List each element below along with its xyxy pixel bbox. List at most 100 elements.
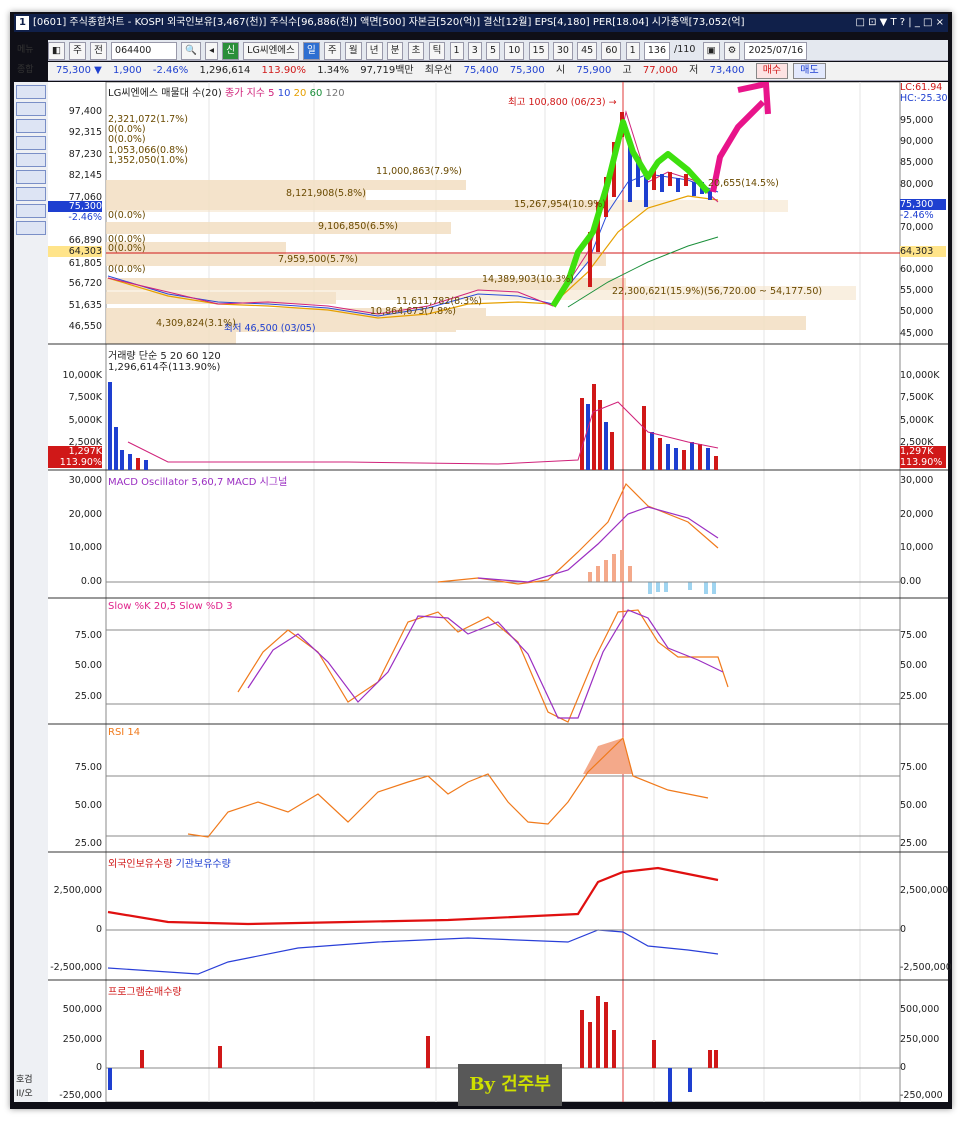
- folder-icon[interactable]: [16, 153, 46, 167]
- plot-frame: [105, 82, 901, 1102]
- stoch-left-tick: 50.00: [74, 660, 102, 671]
- program-bars: [108, 996, 718, 1102]
- low-note: 최저 46,500 (03/05): [224, 323, 316, 334]
- multiplier-select[interactable]: 1: [625, 42, 640, 60]
- layout-icon[interactable]: ◧: [48, 42, 65, 60]
- stock-name[interactable]: LG씨엔에스: [243, 42, 299, 60]
- market-select[interactable]: 주: [69, 42, 86, 60]
- interval-10[interactable]: 10: [504, 42, 525, 60]
- volume-right-current: 1,297K: [900, 446, 946, 457]
- price-left-tick: 61,805: [68, 258, 102, 269]
- interval-60[interactable]: 60: [601, 42, 622, 60]
- best-buy: 75,300: [509, 65, 545, 76]
- price-left-tick: 51,635: [68, 300, 102, 311]
- period-day[interactable]: 일: [302, 42, 320, 60]
- stoch-right-tick: 50.00: [900, 660, 928, 671]
- rsi-left-tick: 75.00: [74, 762, 102, 773]
- foreign-legend: 외국인보유수량: [108, 859, 173, 870]
- save-icon[interactable]: ▣: [702, 42, 720, 60]
- program-right-tick: 250,000: [900, 1034, 940, 1045]
- folder-icon[interactable]: [16, 170, 46, 184]
- price-left-tick: 97,400: [68, 106, 102, 117]
- macd-right-tick: 20,000: [900, 509, 934, 520]
- interval-15[interactable]: 15: [528, 42, 549, 60]
- range-select[interactable]: 전: [90, 42, 107, 60]
- left-tab-composite[interactable]: 종합: [14, 60, 48, 80]
- vp-label: 4,309,824(3.1%): [156, 318, 236, 329]
- program-right-tick: 500,000: [900, 1004, 940, 1015]
- panel-separators: [48, 343, 948, 981]
- holdings-left-tick: -2,500,000: [50, 962, 102, 973]
- holdings-legend: 외국인보유수량 기관보유수량: [108, 855, 231, 870]
- code-input[interactable]: 064400: [111, 42, 178, 60]
- macd-left-tick: 10,000: [68, 542, 102, 553]
- program-left-tick: 500,000: [62, 1004, 102, 1015]
- folder-icon[interactable]: [16, 119, 46, 133]
- program-legend: 프로그램순매수량: [108, 987, 182, 998]
- foreign-holdings-line: [107, 866, 719, 926]
- window-controls[interactable]: □ ⊡ ▼ T ? | _ □ ×: [855, 14, 944, 32]
- chart-area[interactable]: LG씨엔에스 매물대 수(20) 종가 지수 5 10 20 60 120 97…: [48, 82, 952, 1102]
- best-label: 최우선: [424, 65, 453, 76]
- period-minute[interactable]: 분: [386, 42, 404, 60]
- interval-5[interactable]: 5: [486, 42, 501, 60]
- macd-right-tick: 10,000: [900, 542, 934, 553]
- stoch-right-tick: 75.00: [900, 630, 928, 641]
- price-right-tick: 50,000: [900, 306, 934, 317]
- price-change: 1,900: [113, 65, 142, 76]
- ma120-label: 120: [325, 88, 345, 99]
- folder-icon[interactable]: [16, 136, 46, 150]
- rsi-left-tick: 25.00: [74, 838, 102, 849]
- folder-icon[interactable]: [16, 85, 46, 99]
- period-year[interactable]: 년: [365, 42, 383, 60]
- program-left-tick: -250,000: [59, 1090, 102, 1101]
- period-month[interactable]: 월: [344, 42, 362, 60]
- left-bottom-2[interactable]: II/오: [16, 1086, 33, 1099]
- price-left-tick: 56,720: [68, 278, 102, 289]
- low-label: 저: [689, 65, 699, 76]
- period-second[interactable]: 초: [407, 42, 425, 60]
- vp-label: 22,300,621(15.9%)(56,720.00 ~ 54,177.50): [612, 286, 823, 297]
- rsi-right-tick: 50.00: [900, 800, 928, 811]
- ma5-label: 5: [268, 88, 275, 99]
- interval-1[interactable]: 1: [449, 42, 464, 60]
- volume-value: 1,296,614: [199, 65, 251, 76]
- stoch-left-tick: 25.00: [74, 691, 102, 702]
- program-right-tick: 0: [900, 1062, 907, 1073]
- volume-subtitle: 1,296,614주(113.90%): [108, 362, 221, 373]
- institution-holdings-line: [107, 929, 719, 975]
- period-week[interactable]: 주: [323, 42, 341, 60]
- volume-current-pct: 113.90%: [48, 457, 102, 468]
- gear-icon[interactable]: ⚙: [723, 42, 741, 60]
- folder-icon[interactable]: [16, 102, 46, 116]
- folder-icon[interactable]: [16, 221, 46, 235]
- interval-30[interactable]: 30: [552, 42, 573, 60]
- count-input[interactable]: 136: [643, 42, 671, 60]
- buy-button[interactable]: 매수: [755, 63, 789, 79]
- volume-right-current-pct: 113.90%: [900, 457, 946, 468]
- interval-45[interactable]: 45: [577, 42, 598, 60]
- rsi-overbought-fill: [583, 738, 633, 774]
- price-right-hc: HC:-25.30: [900, 93, 948, 104]
- folder-icon[interactable]: [16, 187, 46, 201]
- open-label: 시: [555, 65, 566, 76]
- program-left-tick: 0: [95, 1062, 102, 1073]
- price-right-current: 75,300: [900, 199, 946, 210]
- date-input[interactable]: 2025/07/16: [744, 42, 808, 60]
- macd-right-tick: 0.00: [900, 576, 922, 587]
- period-tick[interactable]: 틱: [428, 42, 446, 60]
- interval-3[interactable]: 3: [467, 42, 482, 60]
- stoch-right-tick: 25.00: [900, 691, 928, 702]
- volume-bars: [108, 382, 718, 470]
- left-sidebar: 호검 II/오: [14, 82, 49, 1102]
- folder-icon[interactable]: [16, 204, 46, 218]
- holdings-right-tick: -2,500,000: [900, 962, 952, 973]
- price-legend: LG씨엔에스 매물대 수(20) 종가 지수 5 10 20 60 120: [108, 84, 345, 99]
- speaker-icon[interactable]: ◂: [205, 42, 219, 60]
- price-left-tick: 92,315: [68, 127, 102, 138]
- sell-button[interactable]: 매도: [793, 63, 826, 79]
- left-bottom-1[interactable]: 호검: [16, 1072, 33, 1085]
- left-tab-menu[interactable]: 메뉴: [14, 40, 48, 60]
- price-right-tick: 90,000: [900, 136, 934, 147]
- search-icon[interactable]: 🔍: [181, 42, 202, 60]
